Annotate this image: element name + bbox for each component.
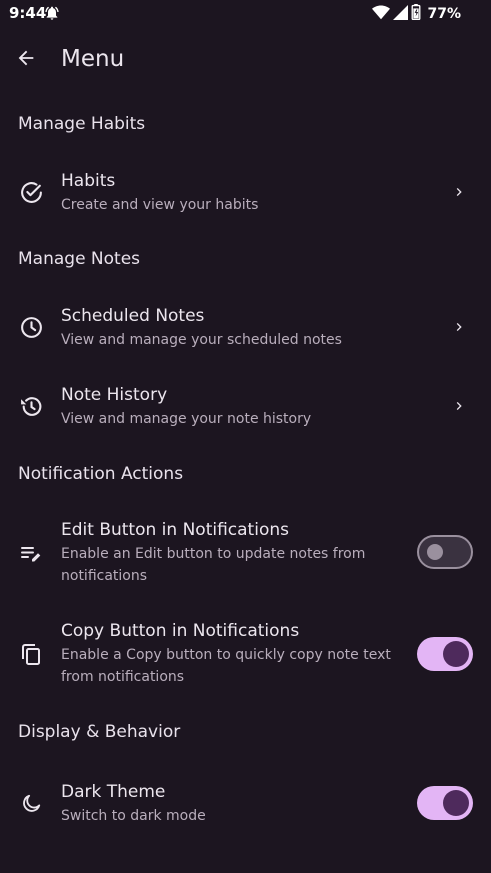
setting-subtitle: Enable an Edit button to update notes fr… [61,546,366,584]
copy-button-toggle[interactable] [417,637,473,671]
status-bar: 9:44 77% [0,0,491,28]
check-circle-icon [18,179,44,205]
menu-item-subtitle: View and manage your note history [61,411,312,427]
menu-item-title: Scheduled Notes [61,306,205,326]
clock-icon [18,314,44,340]
menu-item-title: Note History [61,385,168,405]
chevron-right-icon [450,183,468,201]
toggle-knob [443,641,469,667]
edit-button-toggle[interactable] [417,535,473,569]
toggle-knob [443,790,469,816]
status-time: 9:44 [9,4,47,22]
section-header-manage-habits: Manage Habits [18,114,146,134]
chevron-right-icon [450,318,468,336]
section-header-manage-notes: Manage Notes [18,249,141,269]
setting-title: Edit Button in Notifications [61,520,289,540]
app-bar: Menu [0,36,491,88]
section-header-display-behavior: Display & Behavior [18,722,181,742]
setting-subtitle: Enable a Copy button to quickly copy not… [61,647,391,685]
wifi-icon [372,5,391,24]
arrow-back-icon [15,47,37,73]
signal-icon [393,4,409,24]
alarm-icon [44,5,60,25]
chevron-right-icon [450,397,468,415]
setting-title: Dark Theme [61,782,166,802]
menu-item-habits[interactable]: Habits Create and view your habits [0,160,491,224]
setting-copy-button-in-notifications[interactable]: Copy Button in Notifications Enable a Co… [0,610,491,694]
menu-item-scheduled-notes[interactable]: Scheduled Notes View and manage your sch… [0,295,491,359]
edit-note-icon [18,540,44,566]
setting-dark-theme[interactable]: Dark Theme Switch to dark mode [0,771,491,835]
menu-item-subtitle: Create and view your habits [61,197,259,213]
page-title: Menu [61,46,125,72]
battery-icon [411,4,421,24]
setting-title: Copy Button in Notifications [61,621,300,641]
copy-icon [18,641,44,667]
dark-theme-toggle[interactable] [417,786,473,820]
moon-icon [18,791,44,817]
setting-subtitle: Switch to dark mode [61,808,206,824]
menu-item-subtitle: View and manage your scheduled notes [61,332,342,348]
menu-item-title: Habits [61,171,116,191]
menu-item-note-history[interactable]: Note History View and manage your note h… [0,374,491,438]
section-header-notification-actions: Notification Actions [18,464,184,484]
battery-percent: 77% [427,6,461,22]
history-icon [18,393,44,419]
toggle-knob [427,544,443,560]
status-icons: 77% [372,4,461,24]
back-button[interactable] [12,46,40,74]
setting-edit-button-in-notifications[interactable]: Edit Button in Notifications Enable an E… [0,509,491,593]
